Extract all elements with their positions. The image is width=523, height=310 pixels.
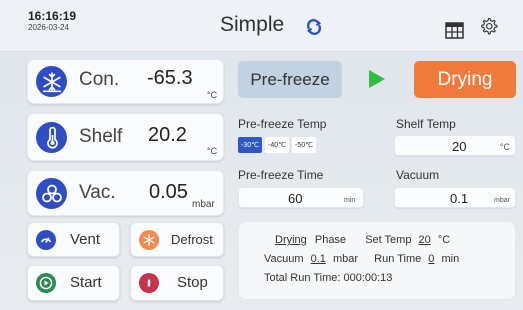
status-panel: Drying Phase Set Temp 20 °C Vacuum 0.1 m… <box>238 221 516 300</box>
shelf-label: Shelf <box>79 126 123 147</box>
temp-option-30[interactable]: -30℃ <box>238 137 262 153</box>
status-line-3: Total Run Time: 000:00:13 <box>264 272 392 284</box>
thermometer-icon <box>36 122 67 153</box>
prefreeze-time-value: 60 <box>288 191 303 206</box>
vacuum-setting-label: Vacuum <box>396 168 440 182</box>
stop-button[interactable]: Stop <box>130 265 224 301</box>
defrost-label: Defrost <box>171 232 213 247</box>
status-phase-label: Phase <box>314 234 347 246</box>
gear-icon[interactable] <box>479 17 498 36</box>
stop-label: Stop <box>177 274 208 291</box>
condenser-unit: °C <box>207 90 218 100</box>
clock: 16:16:19 2026-03-24 <box>28 9 76 33</box>
vent-button[interactable]: Vent <box>27 222 120 257</box>
defrost-icon <box>139 230 159 250</box>
condenser-value: -65.3 <box>147 67 193 89</box>
start-button[interactable]: Start <box>27 265 120 301</box>
vacuum-card: Vac. 0.05 mbar <box>27 170 224 216</box>
shelf-card: Shelf 20.2 °C <box>27 113 224 161</box>
vacuum-setting-field[interactable]: 0.1 mbar <box>394 187 516 208</box>
prefreeze-temp-label: Pre-freeze Temp <box>238 117 327 131</box>
prefreeze-button[interactable]: Pre-freeze <box>238 61 342 98</box>
prefreeze-time-label: Pre-freeze Time <box>238 168 324 182</box>
status-set-temp-label: Set Temp <box>365 234 412 246</box>
prefreeze-time-unit: min <box>344 197 356 204</box>
vent-label: Vent <box>70 231 101 248</box>
status-vacuum-value: 0.1 <box>310 253 326 265</box>
clock-time: 16:16:19 <box>28 9 77 23</box>
condenser-label: Con. <box>79 69 120 90</box>
vacuum-setting-value: 0.1 <box>450 191 469 206</box>
shelf-value: 20.2 <box>148 124 187 146</box>
start-icon <box>36 273 56 293</box>
status-set-temp-unit: °C <box>437 234 451 246</box>
defrost-button[interactable]: Defrost <box>130 222 224 257</box>
status-total-run-time-label: Total Run Time: <box>264 272 341 284</box>
shelf-temp-field[interactable]: 20 °C <box>394 135 516 156</box>
table-icon[interactable] <box>445 22 464 39</box>
screen: 16:16:19 2026-03-24 Simple Con. -65.3 °C… <box>0 0 523 310</box>
snowflake-icon <box>36 66 67 97</box>
temp-option-40[interactable]: -40℃ <box>265 137 289 153</box>
status-run-time-value: 0 <box>428 253 435 265</box>
clock-date: 2026-03-24 <box>28 23 69 32</box>
shelf-unit: °C <box>207 146 218 156</box>
shelf-temp-unit: °C <box>499 142 510 152</box>
shelf-temp-value: 20 <box>452 139 467 154</box>
play-icon <box>369 70 385 88</box>
vacuum-icon <box>36 178 67 209</box>
vacuum-value: 0.05 <box>149 181 188 203</box>
status-run-time-unit: min <box>441 253 460 265</box>
sync-icon[interactable] <box>305 18 323 36</box>
vacuum-label: Vac. <box>79 182 116 203</box>
vacuum-unit: mbar <box>192 199 215 210</box>
status-vacuum-unit: mbar <box>332 253 359 265</box>
condenser-card: Con. -65.3 °C <box>27 59 224 104</box>
status-run-time-label: Run Time <box>374 253 422 265</box>
drying-button[interactable]: Drying <box>414 61 516 98</box>
temp-option-50[interactable]: -50℃ <box>292 137 316 153</box>
prefreeze-temp-options: -30℃ -40℃ -50℃ <box>238 137 316 153</box>
status-phase-value: Drying <box>275 234 307 246</box>
status-set-temp-value: 20 <box>418 234 431 246</box>
vacuum-setting-unit: mbar <box>494 197 510 204</box>
status-line-2: Vacuum 0.1 mbar Run Time 0 min <box>264 253 459 265</box>
status-total-run-time-value: 000:00:13 <box>343 272 393 284</box>
start-label: Start <box>70 274 102 291</box>
shelf-temp-label: Shelf Temp <box>396 117 456 131</box>
status-line-1: Drying Phase Set Temp 20 °C <box>264 234 450 246</box>
top-bar: 16:16:19 2026-03-24 Simple <box>0 0 523 52</box>
vent-icon <box>36 230 56 250</box>
stop-icon <box>139 273 159 293</box>
status-vacuum-label: Vacuum <box>264 253 304 265</box>
prefreeze-time-field[interactable]: 60 min <box>238 187 364 208</box>
page-title: Simple <box>220 13 285 36</box>
